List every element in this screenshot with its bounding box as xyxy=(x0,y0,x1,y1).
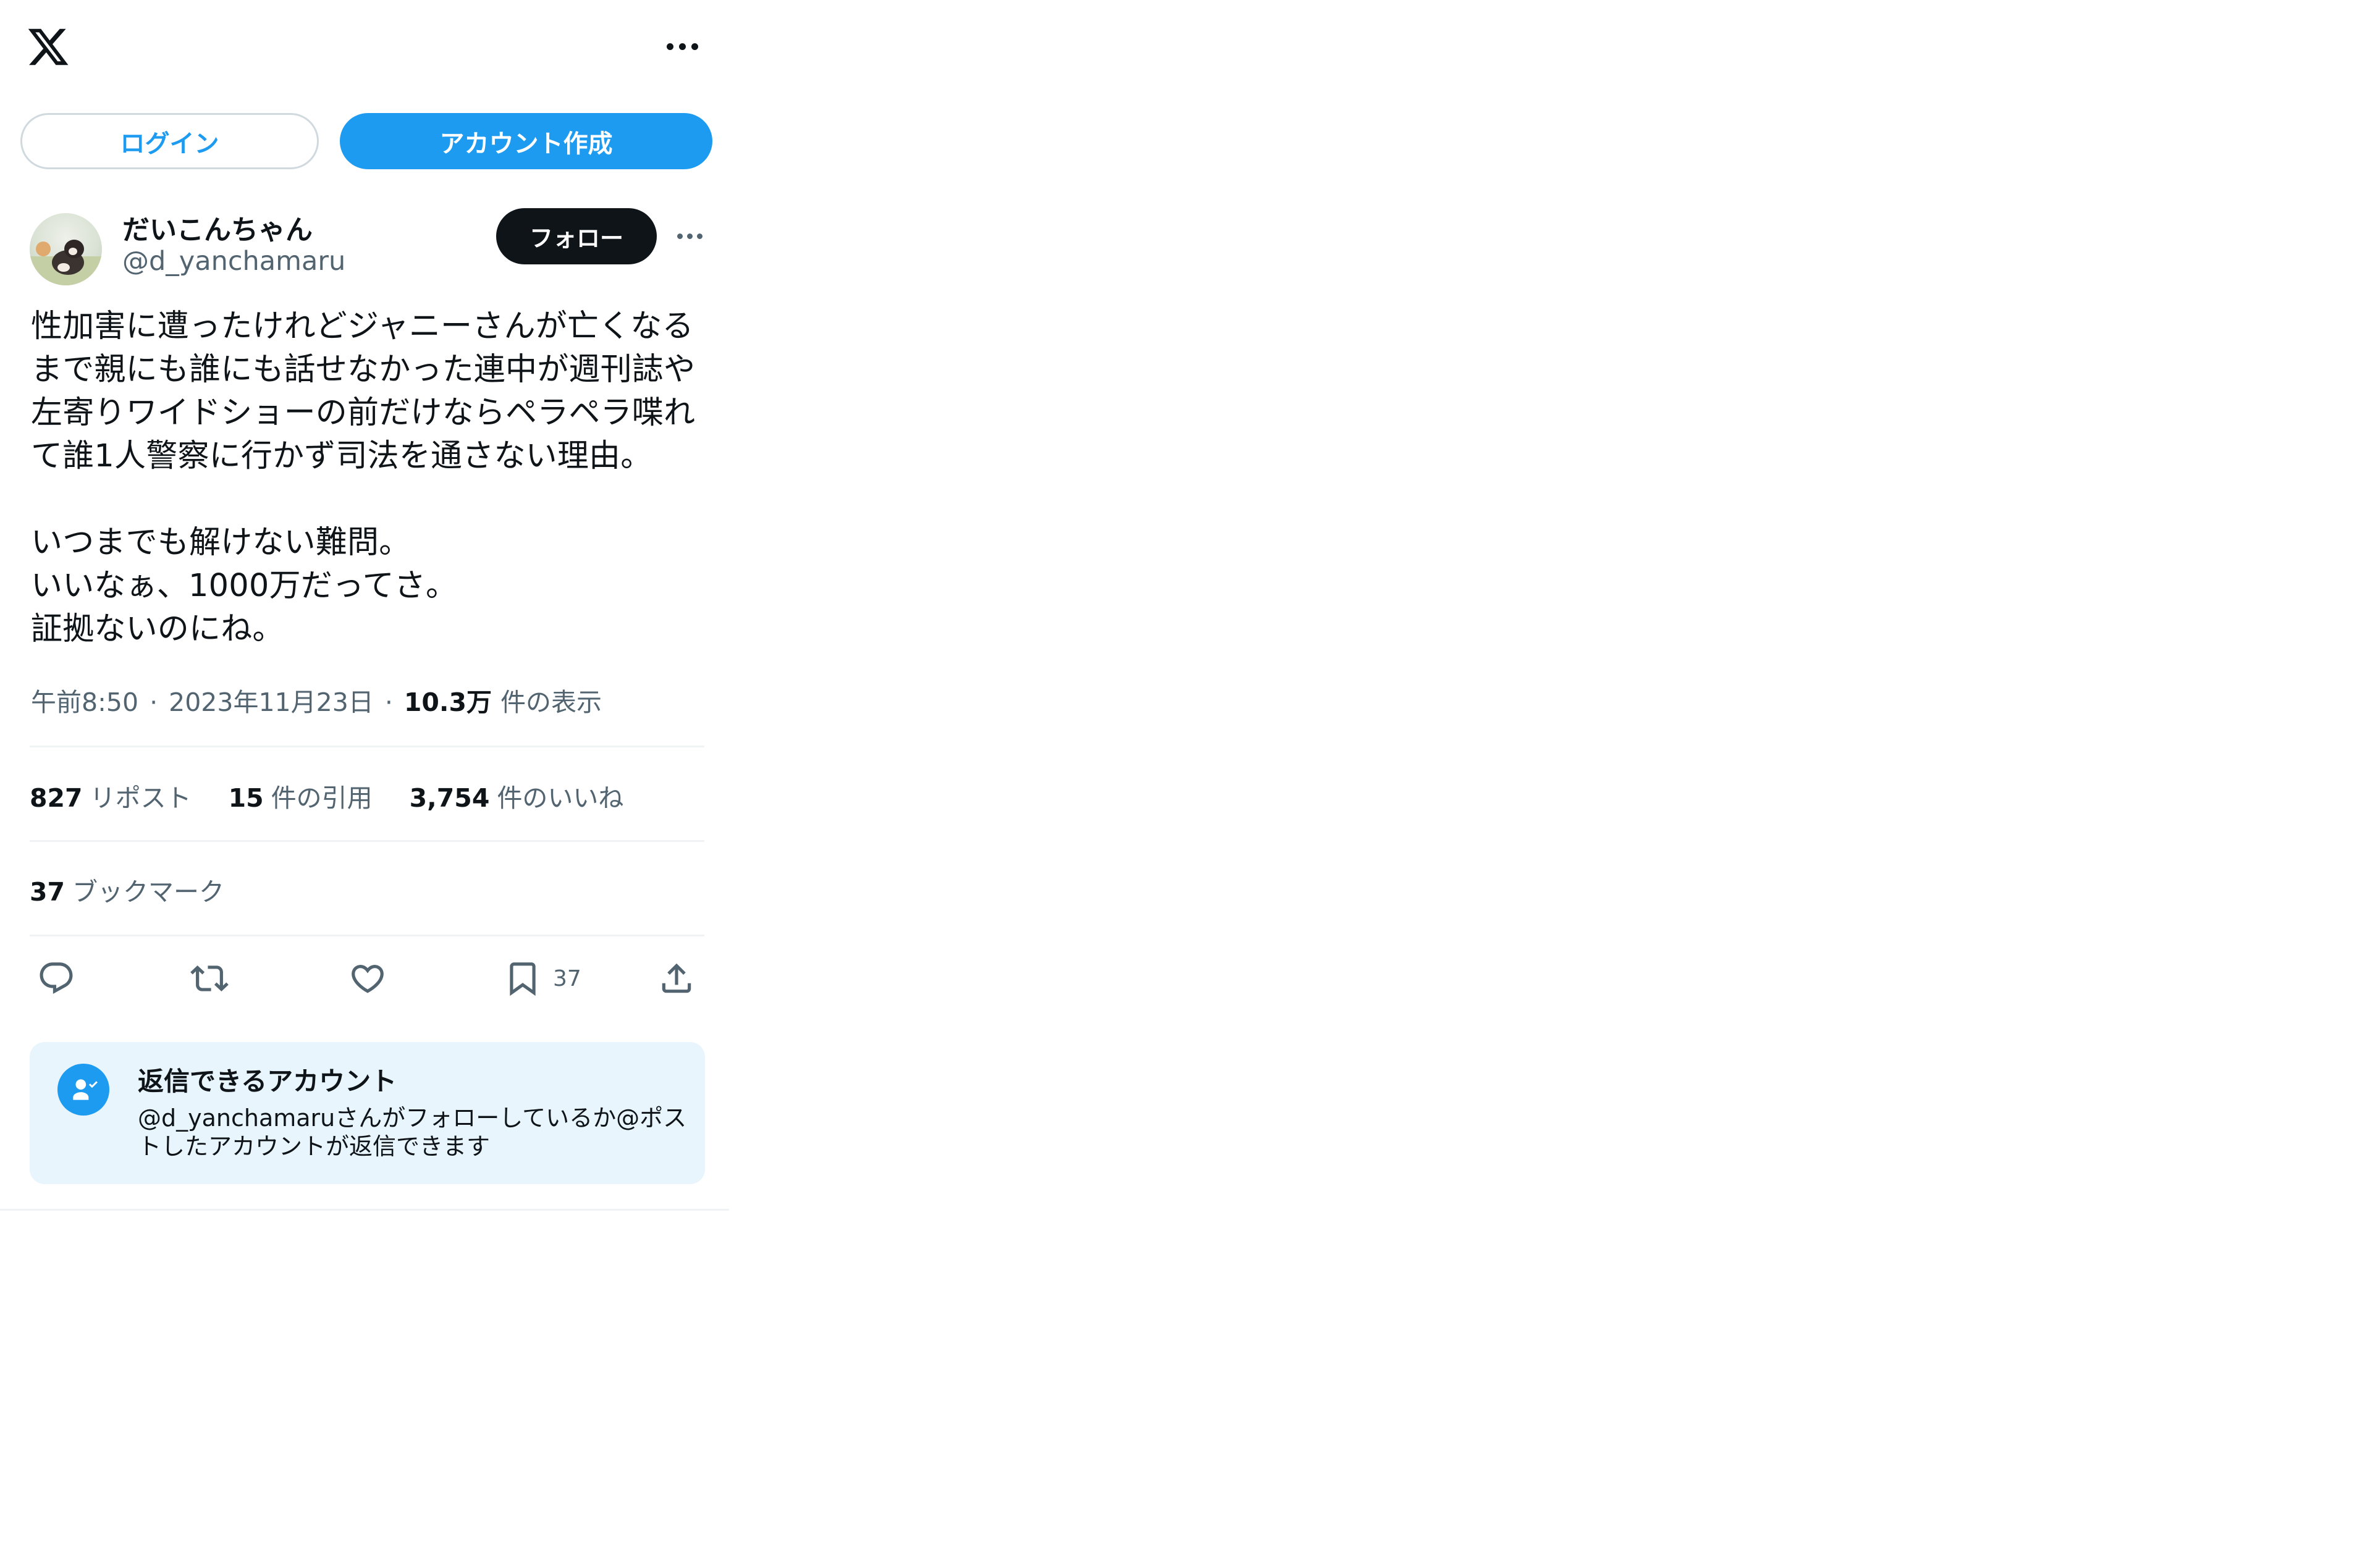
post-time[interactable]: 午前8:50 xyxy=(31,681,138,718)
bookmark-count: 37 xyxy=(553,965,581,991)
bookmark-stat: 37 ブックマーク xyxy=(30,871,224,908)
reply-restriction-title: 返信できるアカウント xyxy=(138,1066,397,1096)
repost-icon xyxy=(190,965,229,991)
like-count: 3,754 xyxy=(409,783,490,813)
view-label: 件の表示 xyxy=(500,687,602,717)
like-button[interactable] xyxy=(348,957,387,999)
post-meta: 午前8:50 · 2023年11月23日 · 10.3万 件の表示 xyxy=(31,681,602,718)
like-icon xyxy=(352,965,384,993)
x-logo-icon[interactable] xyxy=(26,25,70,69)
divider xyxy=(30,935,704,936)
post-text: 性加害に遭ったけれどジャニーさんが亡くなるまで親にも誰にも話せなかった連中が週刊… xyxy=(31,308,696,647)
like-label: 件のいいね xyxy=(497,783,624,813)
person-check-icon xyxy=(57,1064,109,1116)
reply-icon xyxy=(40,962,73,994)
bookmark-stat-label: ブックマーク xyxy=(72,877,225,907)
bookmark-stat-count: 37 xyxy=(30,877,65,907)
engagement-stats: 827 リポスト 15 件の引用 3,754 件のいいね xyxy=(30,777,623,814)
meta-separator: · xyxy=(150,687,158,717)
bookmark-button[interactable]: 37 xyxy=(504,957,581,999)
quote-count: 15 xyxy=(228,783,264,813)
author-handle[interactable]: @d_yanchamaru xyxy=(122,246,345,277)
repost-label: リポスト xyxy=(90,783,192,813)
follow-button[interactable]: フォロー xyxy=(496,208,657,264)
meta-separator: · xyxy=(384,687,393,717)
more-horizontal-icon[interactable] xyxy=(660,33,704,59)
reply-restriction-box: 返信できるアカウント @d_yanchamaruさんがフォローしているか@ポスト… xyxy=(30,1042,705,1184)
quote-stat[interactable]: 15 件の引用 xyxy=(229,777,373,814)
post-date[interactable]: 2023年11月23日 xyxy=(169,681,374,718)
view-count: 10.3万 xyxy=(403,687,492,717)
author-name[interactable]: だいこんちゃん xyxy=(122,208,313,247)
share-icon xyxy=(662,963,691,993)
reply-button[interactable] xyxy=(37,957,75,999)
reply-restriction-description: @d_yanchamaruさんがフォローしているか@ポストしたアカウントが返信で… xyxy=(138,1104,687,1160)
post-more-icon[interactable] xyxy=(675,225,704,247)
repost-count: 827 xyxy=(30,783,83,813)
share-button[interactable] xyxy=(657,957,696,999)
quote-label: 件の引用 xyxy=(271,783,373,813)
login-button[interactable]: ログイン xyxy=(20,113,319,169)
like-stat[interactable]: 3,754 件のいいね xyxy=(410,777,624,814)
avatar[interactable] xyxy=(30,213,102,285)
post-column: ログイン アカウント作成 だいこんちゃん @d_yanchamaru フォロー … xyxy=(0,0,729,1211)
signup-button[interactable]: アカウント作成 xyxy=(340,113,712,169)
repost-stat[interactable]: 827 リポスト xyxy=(30,777,192,814)
divider xyxy=(30,840,704,842)
divider xyxy=(30,746,704,747)
repost-button[interactable] xyxy=(190,957,229,999)
bookmark-icon xyxy=(510,962,536,996)
